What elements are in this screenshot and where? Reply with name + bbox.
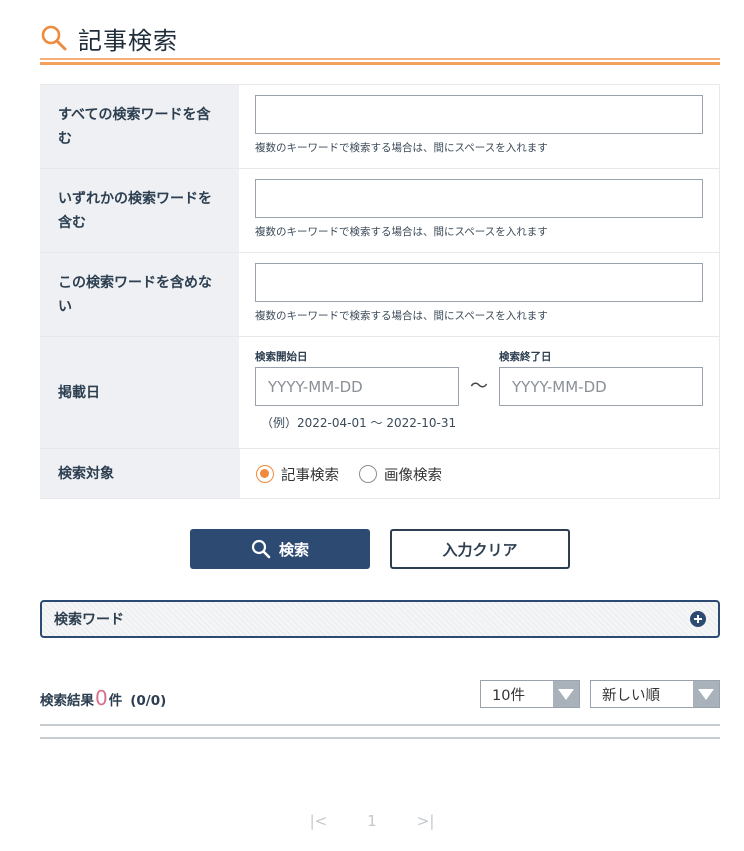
results-divider-bottom	[40, 737, 720, 739]
start-date-input[interactable]	[255, 367, 459, 406]
exclude-words-input[interactable]	[255, 263, 703, 302]
end-date-label: 検索終了日	[499, 351, 552, 363]
form-label: すべての検索ワードを含む	[40, 85, 239, 168]
form-row-all-words: すべての検索ワードを含む 複数のキーワードで検索する場合は、間にスペースを入れま…	[40, 85, 720, 169]
form-label: この検索ワードを含めない	[40, 253, 239, 336]
radio-button[interactable]	[256, 465, 274, 483]
end-date-input[interactable]	[499, 367, 703, 406]
page-header: 記事検索	[40, 20, 720, 66]
radio-article-search[interactable]: 記事検索	[256, 464, 339, 485]
results-summary: 検索結果 0 件 (0/0)	[40, 686, 166, 710]
page-title: 記事検索	[78, 26, 178, 55]
results-divider-top	[40, 724, 720, 726]
results-bar: 検索結果 0 件 (0/0) 10件 新しい順	[40, 680, 720, 712]
date-example: （例）2022-04-01 ～ 2022-10-31	[261, 416, 457, 430]
results-prefix: 検索結果	[40, 693, 94, 709]
clear-input-button[interactable]: 入力クリア	[390, 529, 570, 569]
sort-order-select[interactable]: 新しい順	[590, 680, 720, 708]
keyword-panel-title: 検索ワード	[54, 612, 124, 628]
plus-circle-icon[interactable]	[690, 611, 706, 627]
page-number-1[interactable]: 1	[367, 812, 377, 830]
radio-image-search[interactable]: 画像検索	[359, 464, 442, 485]
sort-order-value: 新しい順	[602, 687, 660, 704]
form-row-any-words: いずれかの検索ワードを含む 複数のキーワードで検索する場合は、間にスペースを入れ…	[40, 169, 720, 253]
pagination: |< 1 >|	[0, 812, 744, 830]
input-hint: 複数のキーワードで検索する場合は、間にスペースを入れます	[255, 142, 548, 154]
all-words-input[interactable]	[255, 95, 703, 134]
input-hint: 複数のキーワードで検索する場合は、間にスペースを入れます	[255, 226, 548, 238]
first-page-button[interactable]: |<	[310, 812, 328, 830]
results-suffix: 件	[108, 693, 123, 709]
title-underline	[40, 58, 720, 60]
search-target-options: 記事検索 画像検索	[256, 459, 703, 489]
search-form: すべての検索ワードを含む 複数のキーワードで検索する場合は、間にスペースを入れま…	[40, 84, 720, 499]
search-button[interactable]: 検索	[190, 529, 370, 569]
form-row-exclude-words: この検索ワードを含めない 複数のキーワードで検索する場合は、間にスペースを入れま…	[40, 253, 720, 337]
dropdown-arrow-icon[interactable]	[553, 681, 579, 707]
radio-label: 画像検索	[384, 467, 442, 484]
radio-label: 記事検索	[281, 467, 339, 484]
input-hint: 複数のキーワードで検索する場合は、間にスペースを入れます	[255, 310, 548, 322]
start-date-label: 検索開始日	[255, 351, 308, 363]
form-row-target: 検索対象 記事検索 画像検索	[40, 449, 720, 499]
dropdown-arrow-icon[interactable]	[693, 681, 719, 707]
per-page-select[interactable]: 10件	[480, 680, 580, 708]
search-button-label: 検索	[278, 540, 309, 559]
clear-button-label: 入力クリア	[442, 540, 518, 559]
radio-button[interactable]	[359, 465, 377, 483]
form-row-date: 掲載日 検索開始日 ～ 検索終了日 （例）2022-04-01 ～ 2022-1…	[40, 337, 720, 449]
search-icon	[251, 539, 271, 559]
search-keyword-panel-toggle[interactable]: 検索ワード	[40, 600, 720, 638]
results-fraction: (0/0)	[130, 693, 167, 709]
date-range-separator: ～	[470, 376, 488, 397]
title-underline-accent	[40, 62, 720, 65]
form-label: 検索対象	[40, 449, 240, 498]
form-label: いずれかの検索ワードを含む	[40, 169, 239, 252]
results-count: 0	[95, 686, 108, 710]
per-page-value: 10件	[492, 687, 525, 704]
any-words-input[interactable]	[255, 179, 703, 218]
search-icon	[41, 25, 67, 51]
form-label: 掲載日	[40, 337, 239, 448]
last-page-button[interactable]: >|	[417, 812, 435, 830]
